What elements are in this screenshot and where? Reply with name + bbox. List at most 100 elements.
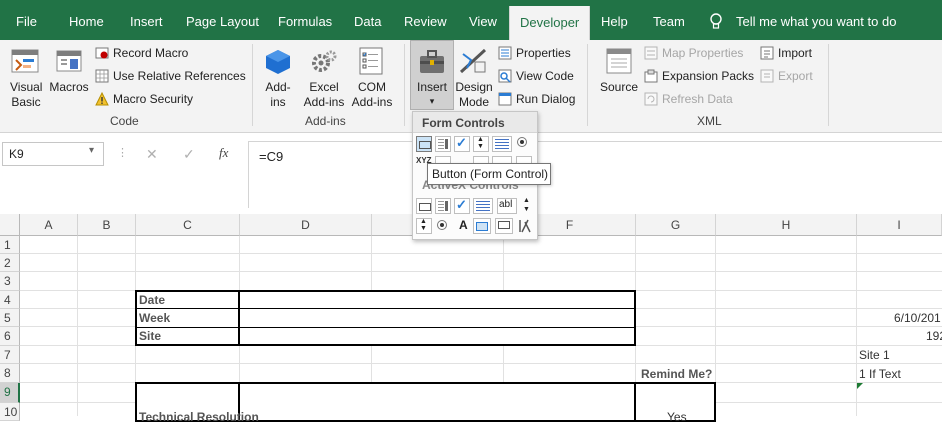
row-header-5[interactable]: 5	[0, 309, 20, 327]
tab-view[interactable]: View	[469, 0, 497, 40]
import-button[interactable]: Import	[760, 45, 812, 61]
relative-references-button[interactable]: Use Relative References	[95, 68, 246, 84]
spin-up-icon: ▲	[477, 136, 484, 143]
check-box-form-control[interactable]: ✓	[454, 135, 470, 152]
activex-spin-button[interactable]: ▲ ▼	[416, 218, 432, 234]
tab-page-layout[interactable]: Page Layout	[186, 0, 259, 40]
relative-references-icon	[95, 69, 109, 83]
source-label[interactable]: Source	[598, 80, 640, 95]
activex-option-button[interactable]	[435, 218, 451, 234]
excel-addins-gear-icon[interactable]	[310, 48, 338, 79]
enter-icon[interactable]: ✓	[183, 146, 195, 163]
combo-box-form-control[interactable]	[435, 136, 451, 152]
properties-button[interactable]: Properties	[498, 45, 571, 61]
button-form-control[interactable]	[416, 136, 432, 152]
tab-file[interactable]: File	[16, 0, 37, 40]
chevron-down-icon: ▾	[429, 96, 435, 106]
insert-control-button[interactable]: Insert ▾	[410, 40, 454, 110]
tab-data[interactable]: Data	[354, 0, 381, 40]
tab-formulas[interactable]: Formulas	[278, 0, 332, 40]
lightbulb-icon	[709, 13, 723, 34]
column-header-i[interactable]: I	[857, 214, 942, 236]
cell-c10[interactable]: Technical Resolution	[139, 410, 259, 424]
cell-c4[interactable]: Date	[139, 293, 165, 307]
design-mode-icon[interactable]	[459, 46, 489, 79]
cell-i8[interactable]: 1 If Text	[859, 367, 901, 381]
record-macro-button[interactable]: Record Macro	[95, 45, 188, 61]
expansion-packs-button[interactable]: Expansion Packs	[644, 68, 754, 84]
column-header-g[interactable]: G	[636, 214, 716, 236]
column-header-a[interactable]: A	[20, 214, 78, 236]
visual-basic-icon[interactable]	[10, 46, 40, 79]
activex-label[interactable]: A	[459, 218, 468, 232]
row-header-1[interactable]: 1	[0, 236, 20, 254]
cell-i6[interactable]: 192	[926, 329, 942, 343]
column-header-h[interactable]: H	[716, 214, 857, 236]
insert-function-icon[interactable]: fx	[219, 145, 228, 161]
tab-help[interactable]: Help	[601, 0, 628, 40]
activex-combo-box[interactable]	[435, 198, 451, 214]
column-header-d[interactable]: D	[240, 214, 372, 236]
row-header-6[interactable]: 6	[0, 327, 20, 346]
view-code-button[interactable]: View Code	[498, 68, 574, 84]
list-box-form-control[interactable]	[492, 136, 512, 152]
activex-check-box[interactable]: ✓	[454, 197, 470, 214]
run-dialog-button[interactable]: Run Dialog	[498, 91, 575, 107]
addins-label-2: ins	[270, 95, 286, 109]
tab-home[interactable]: Home	[69, 0, 104, 40]
row-header-10[interactable]: 10	[0, 403, 20, 421]
checkmark-icon: ✓	[456, 135, 467, 150]
cell-i7[interactable]: Site 1	[859, 348, 890, 362]
column-header-b[interactable]: B	[78, 214, 136, 236]
cell-c5[interactable]: Week	[139, 311, 170, 325]
gridline	[77, 236, 78, 416]
addins-icon[interactable]	[264, 48, 292, 79]
activex-button[interactable]	[416, 198, 432, 214]
activex-image[interactable]	[473, 218, 491, 234]
refresh-data-button[interactable]: Refresh Data	[644, 91, 733, 107]
tab-developer[interactable]: Developer	[509, 6, 591, 40]
more-controls-tools-icon[interactable]	[517, 218, 533, 234]
row-header-3[interactable]: 3	[0, 272, 20, 291]
row-header-4[interactable]: 4	[0, 291, 20, 309]
cell-c6[interactable]: Site	[139, 329, 161, 343]
radio-dot-icon	[440, 223, 444, 227]
activex-toggle-button[interactable]	[495, 218, 513, 234]
spin-down-icon: ▼	[420, 225, 427, 232]
select-all-corner[interactable]	[0, 214, 20, 236]
macros-icon[interactable]	[54, 46, 84, 79]
map-properties-button[interactable]: Map Properties	[644, 45, 743, 61]
export-button[interactable]: Export	[760, 68, 813, 84]
row-header-7[interactable]: 7	[0, 346, 20, 364]
export-label: Export	[778, 69, 813, 83]
cell-i5[interactable]: 6/10/201	[894, 311, 941, 325]
formula-input[interactable]: =C9	[248, 141, 942, 208]
table-divider	[135, 308, 636, 309]
name-box[interactable]: K9 ▾	[2, 142, 104, 166]
tab-team[interactable]: Team	[653, 0, 685, 40]
option-button-form-control[interactable]	[516, 136, 532, 152]
excel-addins-label-2: Add-ins	[303, 95, 345, 109]
tab-review[interactable]: Review	[404, 0, 447, 40]
macro-security-button[interactable]: Macro Security	[95, 91, 193, 107]
macros-label[interactable]: Macros	[48, 80, 90, 95]
list-icon	[438, 139, 444, 149]
activex-text-box[interactable]: abl	[497, 198, 517, 214]
form-controls-label: Form Controls	[422, 116, 505, 130]
cell-g10[interactable]: Yes	[667, 410, 687, 424]
cell-g8[interactable]: Remind Me?	[641, 367, 712, 381]
source-icon[interactable]	[604, 46, 634, 79]
activex-list-box[interactable]	[473, 198, 493, 214]
map-properties-label: Map Properties	[662, 46, 744, 60]
row-header-8[interactable]: 8	[0, 364, 20, 383]
row-header-2[interactable]: 2	[0, 254, 20, 272]
column-header-c[interactable]: C	[136, 214, 240, 236]
row-header-9[interactable]: 9	[0, 383, 20, 403]
tab-insert[interactable]: Insert	[130, 0, 163, 40]
activex-scroll-bar[interactable]: ▲ ▼	[520, 197, 536, 214]
cancel-icon[interactable]: ✕	[146, 146, 158, 163]
spin-button-form-control[interactable]: ▲ ▼	[473, 136, 489, 152]
com-addins-icon[interactable]	[357, 46, 387, 79]
tell-me-search[interactable]: Tell me what you want to do	[736, 0, 896, 40]
expansion-packs-icon	[644, 69, 658, 83]
